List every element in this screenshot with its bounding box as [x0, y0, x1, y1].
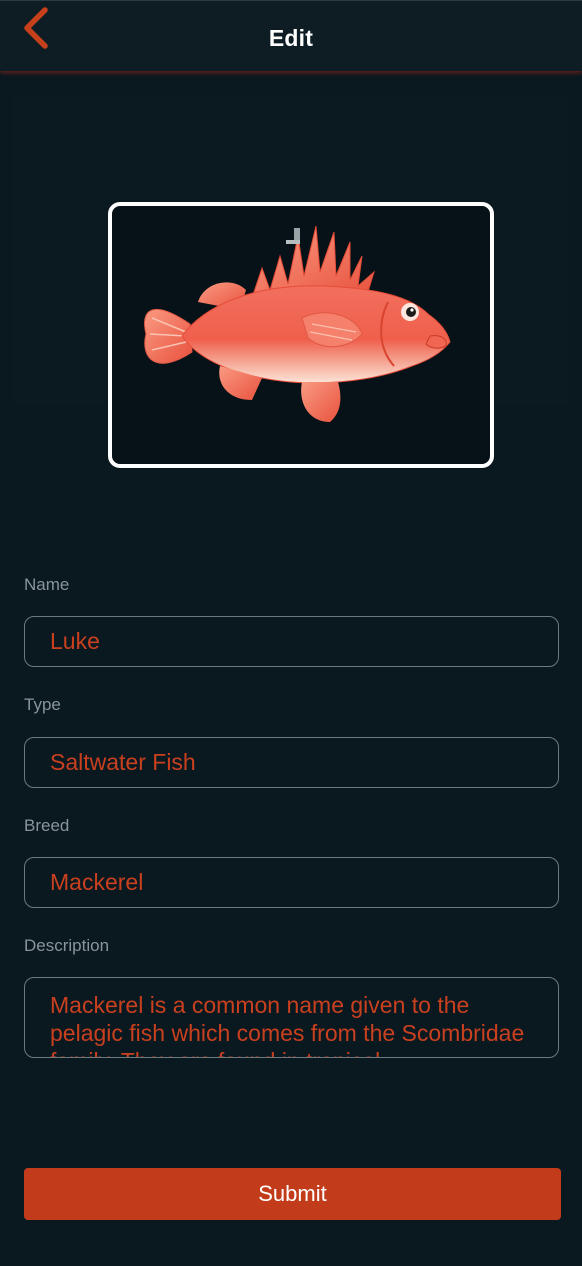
- name-label: Name: [24, 575, 70, 594]
- type-label: Type: [24, 695, 61, 714]
- edit-screen: Edit Name Luke Type Saltwater Fish Breed…: [0, 0, 582, 1266]
- submit-button[interactable]: Submit: [24, 1168, 561, 1220]
- breed-label: Breed: [24, 816, 70, 835]
- header-bar: Edit: [0, 0, 582, 71]
- name-input[interactable]: [24, 616, 559, 667]
- type-input[interactable]: [24, 737, 559, 788]
- pet-photo[interactable]: [108, 202, 494, 468]
- page-title: Edit: [268, 25, 314, 51]
- breed-input[interactable]: [24, 857, 559, 908]
- description-label: Description: [24, 936, 110, 955]
- description-textarea[interactable]: Mackerel is a common name given to the p…: [24, 977, 559, 1058]
- fish-image: [144, 225, 451, 422]
